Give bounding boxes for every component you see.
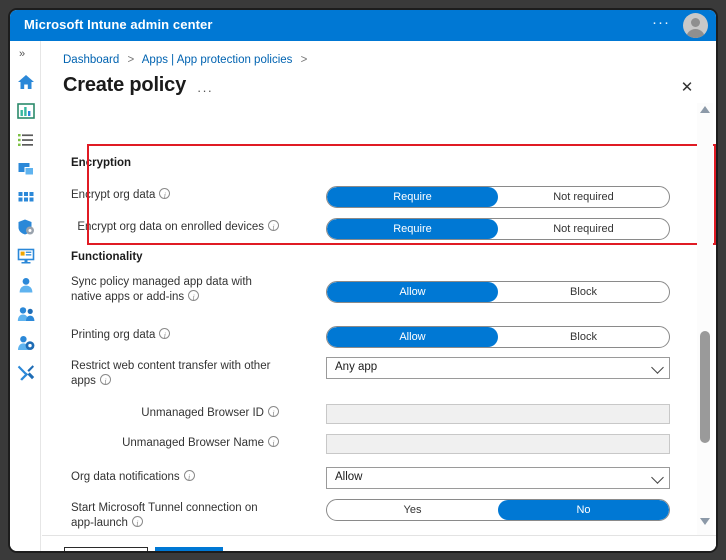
field-label-encrypt-org-data-enrolled: Encrypt org data on enrolled devices <box>71 220 279 235</box>
chevron-down-icon[interactable] <box>651 361 664 374</box>
label-text-line2: app-launch <box>71 517 128 529</box>
breadcrumb-item-apps-app-protection-policies[interactable]: Apps | App protection policies <box>142 54 293 66</box>
dropdown-org-data-notifications[interactable]: Allow <box>326 467 670 489</box>
label-text-line2: apps <box>71 375 96 387</box>
info-icon[interactable] <box>188 290 200 305</box>
toggle-option-block[interactable]: Block <box>498 327 669 347</box>
tenant-administration-icon[interactable] <box>17 334 35 352</box>
form-body: Encryption Encrypt org data Require Not … <box>42 103 716 535</box>
info-icon[interactable] <box>183 470 195 485</box>
toggle-option-require[interactable]: Require <box>327 219 498 239</box>
groups-icon[interactable] <box>17 305 35 323</box>
field-label-sync-policy-managed-app-data: Sync policy managed app data with native… <box>71 275 271 305</box>
toggle-sync-policy-managed-app-data[interactable]: Allow Block <box>326 281 670 303</box>
avatar[interactable] <box>683 13 708 38</box>
info-icon[interactable] <box>268 220 279 235</box>
breadcrumb-item-dashboard[interactable]: Dashboard <box>63 54 119 66</box>
info-icon[interactable] <box>131 516 143 531</box>
field-label-encrypt-org-data: Encrypt org data <box>71 188 171 203</box>
unmanaged-browser-id-field[interactable] <box>327 406 669 424</box>
label-text-line1: Restrict web content transfer with other <box>71 360 271 372</box>
toggle-option-yes[interactable]: Yes <box>327 500 498 520</box>
toggle-option-require[interactable]: Require <box>327 187 498 207</box>
reports-icon[interactable] <box>17 247 35 265</box>
toggle-option-allow[interactable]: Allow <box>327 327 498 347</box>
troubleshooting-support-icon[interactable] <box>17 363 35 381</box>
breadcrumb: Dashboard > Apps | App protection polici… <box>63 54 312 66</box>
breadcrumb-separator: > <box>127 54 135 66</box>
chevron-down-icon[interactable] <box>651 471 664 484</box>
close-icon[interactable]: ✕ <box>678 79 696 97</box>
app-brand-title: Microsoft Intune admin center <box>24 17 213 32</box>
dropdown-restrict-web-content-transfer[interactable]: Any app <box>326 357 670 379</box>
section-heading-functionality: Functionality <box>71 251 143 263</box>
label-text: Unmanaged Browser ID <box>141 407 264 419</box>
field-label-restrict-web-content-transfer: Restrict web content transfer with other… <box>71 359 286 389</box>
label-text-line2: native apps or add-ins <box>71 291 185 303</box>
all-services-icon[interactable] <box>17 131 35 149</box>
info-icon[interactable] <box>268 406 279 421</box>
scroll-down-arrow-icon[interactable] <box>700 518 710 525</box>
app-window: Microsoft Intune admin center ··· » Dash… <box>8 8 718 553</box>
field-label-printing-org-data: Printing org data <box>71 328 171 343</box>
blade-footer: Previous Next <box>42 535 716 551</box>
section-heading-encryption: Encryption <box>71 157 132 169</box>
info-icon[interactable] <box>99 374 111 389</box>
dashboard-icon[interactable] <box>17 102 35 120</box>
page-overflow-icon[interactable]: ··· <box>197 83 213 98</box>
label-text: Printing org data <box>71 329 156 341</box>
sidebar-rail: » <box>10 41 41 551</box>
scrollbar-thumb[interactable] <box>700 331 710 443</box>
label-text: Encrypt org data <box>71 189 156 201</box>
unmanaged-browser-name-field[interactable] <box>327 436 669 454</box>
input-unmanaged-browser-id[interactable] <box>326 404 670 424</box>
previous-button[interactable]: Previous <box>64 547 148 551</box>
screenshot-root: Microsoft Intune admin center ··· » Dash… <box>0 0 726 560</box>
field-label-org-data-notifications: Org data notifications <box>71 470 195 485</box>
home-icon[interactable] <box>17 73 35 91</box>
toggle-encrypt-org-data[interactable]: Require Not required <box>326 186 670 208</box>
breadcrumb-separator-2: > <box>300 54 308 66</box>
scroll-up-arrow-icon[interactable] <box>700 106 710 113</box>
toggle-option-allow[interactable]: Allow <box>327 282 498 302</box>
toggle-option-block[interactable]: Block <box>498 282 669 302</box>
label-text: Encrypt org data on enrolled devices <box>77 221 264 233</box>
toggle-option-not-required[interactable]: Not required <box>498 219 669 239</box>
label-text-line1: Sync policy managed app data with <box>71 276 252 288</box>
form-scroll-area: Encryption Encrypt org data Require Not … <box>42 103 716 535</box>
label-text-line1: Start Microsoft Tunnel connection on <box>71 502 258 514</box>
field-label-unmanaged-browser-name: Unmanaged Browser Name <box>71 436 279 451</box>
label-text: Org data notifications <box>71 471 180 483</box>
next-button[interactable]: Next <box>155 547 223 551</box>
toggle-encrypt-org-data-enrolled[interactable]: Require Not required <box>326 218 670 240</box>
field-label-unmanaged-browser-id: Unmanaged Browser ID <box>71 406 279 421</box>
toggle-start-microsoft-tunnel[interactable]: Yes No <box>326 499 670 521</box>
toggle-option-not-required[interactable]: Not required <box>498 187 669 207</box>
page-title: Create policy <box>63 74 187 96</box>
dropdown-value: Any app <box>335 361 378 373</box>
apps-icon[interactable] <box>17 189 35 207</box>
label-text: Unmanaged Browser Name <box>122 437 264 449</box>
toggle-printing-org-data[interactable]: Allow Block <box>326 326 670 348</box>
vertical-scrollbar[interactable] <box>697 103 713 535</box>
app-titlebar: Microsoft Intune admin center ··· <box>10 10 716 41</box>
field-label-start-microsoft-tunnel: Start Microsoft Tunnel connection on app… <box>71 501 271 531</box>
users-icon[interactable] <box>17 276 35 294</box>
info-icon[interactable] <box>159 188 171 203</box>
devices-icon[interactable] <box>17 160 35 178</box>
avatar-head <box>691 18 700 27</box>
endpoint-security-icon[interactable] <box>17 218 35 236</box>
input-unmanaged-browser-name[interactable] <box>326 434 670 454</box>
toggle-option-no[interactable]: No <box>498 500 669 520</box>
dropdown-value: Allow <box>335 471 363 483</box>
blade-content: Dashboard > Apps | App protection polici… <box>42 41 716 551</box>
header-overflow-icon[interactable]: ··· <box>652 14 670 31</box>
sidebar-expand-icon[interactable]: » <box>19 48 25 60</box>
info-icon[interactable] <box>159 328 171 343</box>
info-icon[interactable] <box>268 436 279 451</box>
avatar-body <box>686 29 705 38</box>
